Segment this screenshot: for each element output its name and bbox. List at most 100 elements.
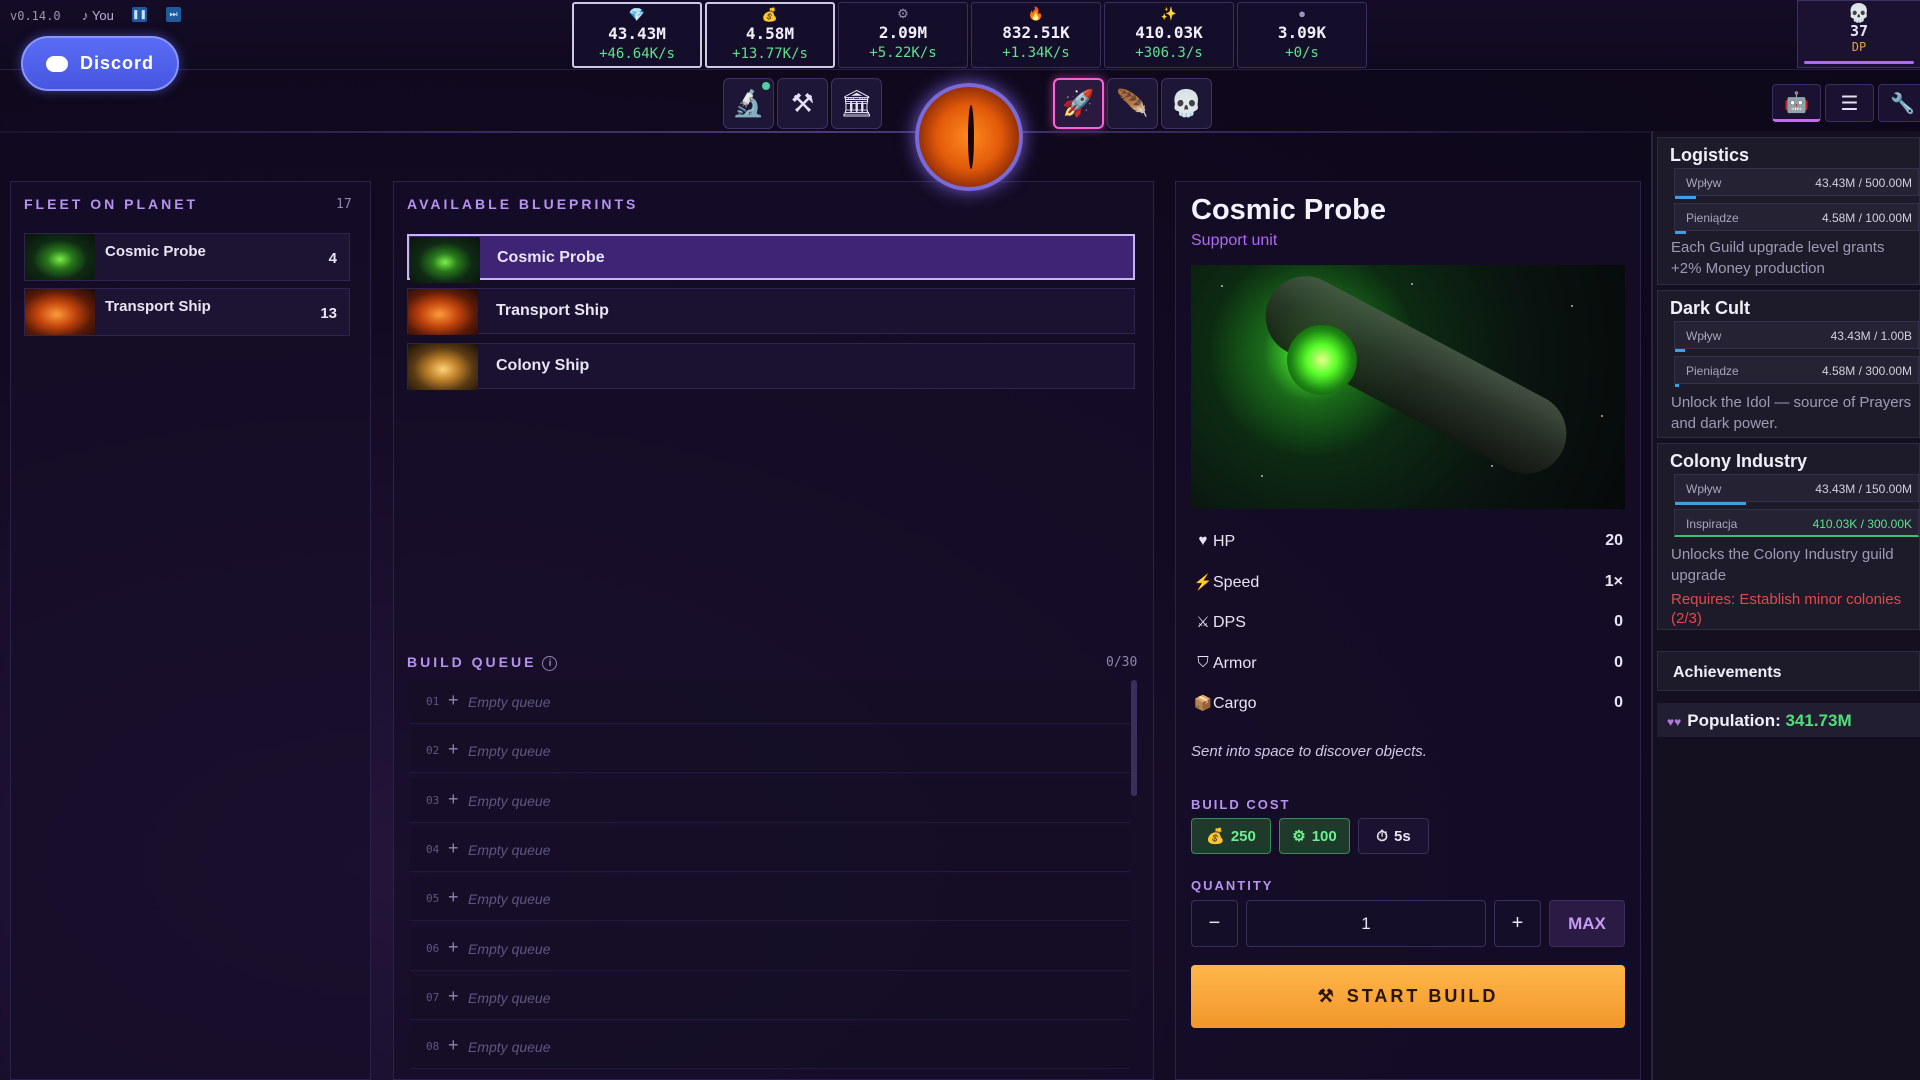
guild-card-title: Colony Industry xyxy=(1670,451,1808,471)
resource-value: 3.09K xyxy=(1277,23,1327,42)
requirement-progress xyxy=(1675,231,1686,234)
nav-shipyard-button[interactable]: 🚀 xyxy=(1053,78,1104,129)
queue-slot[interactable]: 05 + Empty queue xyxy=(410,877,1130,921)
queue-slot[interactable]: 02 + Empty queue xyxy=(410,729,1130,773)
nav-research-button[interactable]: 🔬 xyxy=(723,78,774,129)
plus-icon: + xyxy=(448,937,459,957)
requirement-value: 4.58M / 100.00M xyxy=(1821,211,1912,225)
cost-value: 100 xyxy=(1311,827,1337,845)
resource-value: 43.43M xyxy=(608,24,666,43)
menu-button[interactable]: ☰ xyxy=(1825,84,1874,122)
guild-card-colony-industry[interactable]: Colony Industry Wpływ 43.43M / 150.00M I… xyxy=(1657,443,1920,630)
heart-icon: ♥ xyxy=(1198,532,1208,549)
guild-card-title: Dark Cult xyxy=(1670,298,1751,318)
rocket-icon: 🚀 xyxy=(1062,88,1095,118)
slot-text: Empty queue xyxy=(468,694,551,710)
slot-text: Empty queue xyxy=(468,743,551,759)
queue-slot[interactable]: 08 + Empty queue xyxy=(410,1025,1130,1069)
resource-energy[interactable]: 🔥 832.51K +1.34K/s xyxy=(971,2,1101,68)
guild-card-requirement: Requires: Establish minor colonies (2/3) xyxy=(1671,591,1902,627)
nav-build-button[interactable]: ⚒ xyxy=(777,78,828,129)
slot-number: 05 xyxy=(426,892,440,905)
achievements-button[interactable]: Achievements xyxy=(1657,651,1920,691)
blueprint-item[interactable]: Transport Ship xyxy=(407,288,1135,335)
settings-button[interactable]: 🔧 xyxy=(1878,84,1920,122)
stat-label: Cargo xyxy=(1213,695,1257,712)
cosmic-probe-thumbnail xyxy=(410,237,480,283)
lightning-icon: ⚡ xyxy=(1193,574,1213,591)
nav-fleet-button[interactable]: 🪶 xyxy=(1107,78,1158,129)
robot-icon: 🤖 xyxy=(1784,91,1809,114)
fleet-item[interactable]: Cosmic Probe 4 xyxy=(24,233,350,281)
guild-card-logistics[interactable]: Logistics Wpływ 43.43M / 500.00M Pieniąd… xyxy=(1657,137,1920,285)
cost-value: 250 xyxy=(1230,827,1256,845)
requirement-row: Wpływ 43.43M / 150.00M xyxy=(1674,474,1919,505)
eye-orb-button[interactable] xyxy=(915,83,1023,191)
people-icon: ♥♥ xyxy=(1667,715,1682,729)
quantity-input[interactable]: 1 xyxy=(1246,900,1486,947)
queue-slot[interactable]: 07 + Empty queue xyxy=(410,976,1130,1020)
nav-guild-button[interactable]: 🏛 xyxy=(831,78,882,129)
stat-value: 20 xyxy=(1605,532,1623,549)
guild-card-dark-cult[interactable]: Dark Cult Wpływ 43.43M / 1.00B Pieniądze… xyxy=(1657,290,1920,438)
fleet-item-name: Transport Ship xyxy=(105,298,211,315)
quantity-label: QUANTITY xyxy=(1191,878,1274,893)
slot-text: Empty queue xyxy=(468,842,551,858)
resource-rate: +306.3/s xyxy=(1135,45,1203,61)
queue-slot[interactable]: 04 + Empty queue xyxy=(410,828,1130,872)
bank-icon: 🏛 xyxy=(839,88,873,118)
quantity-increase-button[interactable]: + xyxy=(1494,900,1541,947)
resource-rate: +1.34K/s xyxy=(1002,45,1070,61)
resource-influence[interactable]: 💎 43.43M +46.64K/s xyxy=(572,2,702,68)
bot-button[interactable]: 🤖 xyxy=(1772,84,1821,122)
stat-dps: ⚔ DPS 0 xyxy=(1191,608,1625,638)
slot-number: 06 xyxy=(426,942,440,955)
queue-title: BUILD QUEUE i xyxy=(407,654,558,671)
blueprint-item[interactable]: Cosmic Probe xyxy=(407,234,1135,283)
quantity-max-button[interactable]: MAX xyxy=(1549,900,1625,947)
nav-cult-button[interactable]: 💀 xyxy=(1161,78,1212,129)
start-build-label: START BUILD xyxy=(1346,986,1499,1006)
timer-icon: ⏱ xyxy=(1376,827,1388,845)
fleet-item-count: 13 xyxy=(320,305,337,322)
resource-money[interactable]: 💰 4.58M +13.77K/s xyxy=(705,2,835,68)
fleet-item[interactable]: Transport Ship 13 xyxy=(24,288,350,336)
money-bag-icon: 💰 xyxy=(1206,828,1225,845)
hamburger-icon: ☰ xyxy=(1840,92,1859,115)
feather-icon: 🪶 xyxy=(1116,88,1149,118)
population-display: ♥♥ Population: 341.73M xyxy=(1657,703,1920,737)
requirement-label: Wpływ xyxy=(1686,176,1722,190)
resource-orb[interactable]: ● 3.09K +0/s xyxy=(1237,2,1367,68)
info-icon[interactable]: i xyxy=(542,656,558,671)
skip-icon[interactable]: ⏭ xyxy=(166,7,181,22)
plus-icon: + xyxy=(448,1035,459,1055)
dp-counter[interactable]: 💀 37 DP xyxy=(1797,0,1920,68)
star xyxy=(1261,475,1263,477)
start-build-button[interactable]: ⚒ START BUILD xyxy=(1191,965,1625,1028)
requirement-row: Pieniądze 4.58M / 100.00M xyxy=(1674,203,1919,234)
resource-parts[interactable]: ⚙ 2.09M +5.22K/s xyxy=(838,2,968,68)
queue-slot[interactable]: 03 + Empty queue xyxy=(410,779,1130,823)
queue-scrollbar[interactable] xyxy=(1131,680,1137,796)
slot-number: 03 xyxy=(426,794,440,807)
dp-label: DP xyxy=(1851,40,1867,54)
ship-engine-glow xyxy=(1287,325,1357,395)
requirement-progress xyxy=(1675,384,1679,387)
blueprint-item[interactable]: Colony Ship xyxy=(407,343,1135,390)
queue-slot[interactable]: 06 + Empty queue xyxy=(410,927,1130,971)
gear-icon: ⚙ xyxy=(897,6,909,21)
requirement-value: 4.58M / 300.00M xyxy=(1821,364,1912,378)
pause-icon[interactable]: ❚❚ xyxy=(132,7,147,22)
blueprint-name: Transport Ship xyxy=(496,302,609,319)
skull-icon: 💀 xyxy=(1170,88,1203,118)
shield-icon: ⛉ xyxy=(1197,654,1209,671)
discord-button[interactable]: Discord xyxy=(21,36,179,91)
quantity-decrease-button[interactable]: − xyxy=(1191,900,1238,947)
blueprints-title: AVAILABLE BLUEPRINTS xyxy=(407,196,639,212)
queue-slot[interactable]: 01 + Empty queue xyxy=(410,680,1130,724)
requirement-value: 410.03K / 300.00K xyxy=(1812,517,1912,531)
slot-number: 02 xyxy=(426,744,440,757)
resource-rate: +46.64K/s xyxy=(599,46,675,62)
resource-inspiration[interactable]: ✨ 410.03K +306.3/s xyxy=(1104,2,1234,68)
slot-text: Empty queue xyxy=(468,941,551,957)
